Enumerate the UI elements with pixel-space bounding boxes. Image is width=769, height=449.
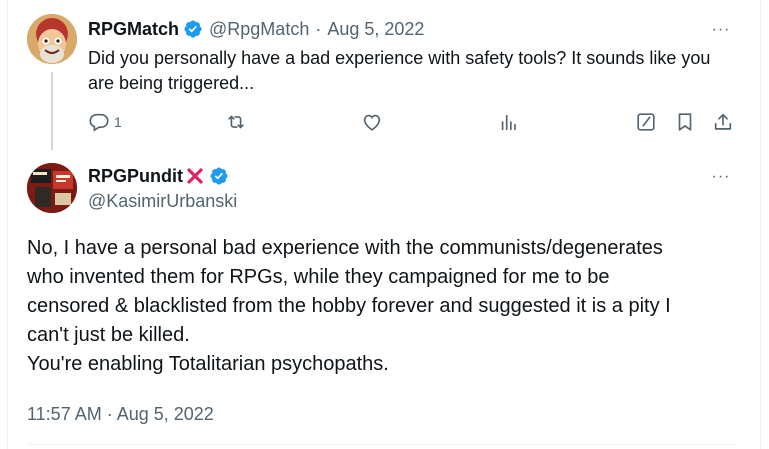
parent-tweet-header: RPGMatch @RpgMatch · Aug 5, 2022 [88, 18, 424, 40]
thread-connector [51, 72, 53, 150]
retweet-button[interactable] [225, 111, 247, 133]
rpgpundit-avatar[interactable] [27, 163, 77, 213]
parent-handle[interactable]: @RpgMatch [209, 18, 309, 40]
retweet-icon [225, 111, 247, 133]
views-icon [498, 111, 520, 133]
parent-display-name[interactable]: RPGMatch [88, 18, 179, 40]
reply-button[interactable]: 1 [88, 111, 122, 133]
reply-icon [88, 111, 110, 133]
share-button[interactable] [712, 111, 734, 133]
heart-icon [361, 111, 383, 133]
parent-date[interactable]: Aug 5, 2022 [327, 18, 424, 40]
verified-badge-icon [183, 19, 203, 39]
main-handle[interactable]: @KasimirUrbanski [88, 190, 237, 212]
more-options-icon[interactable]: ··· [709, 20, 733, 40]
share-icon [712, 111, 734, 133]
more-options-icon[interactable]: ··· [709, 167, 733, 187]
grok-icon [635, 111, 657, 133]
grok-button[interactable] [635, 111, 657, 133]
views-button[interactable] [498, 111, 520, 133]
separator-dot: · [315, 19, 322, 39]
main-tweet-header: RPGPundit [88, 165, 229, 187]
avatar-illustration [27, 14, 77, 64]
like-button[interactable] [361, 111, 383, 133]
tweet-text-line: No, I have a personal bad experience wit… [27, 237, 663, 259]
cross-mark-icon [185, 166, 205, 186]
main-tweet-text: No, I have a personal bad experience wit… [27, 234, 747, 379]
tweet-text-line: who invented them for RPGs, while they c… [27, 266, 610, 288]
parent-tweet-text: Did you personally have a bad experience… [88, 48, 711, 93]
tweet-text-line: censored & blacklisted from the hobby fo… [27, 295, 671, 317]
bookmark-button[interactable] [674, 111, 696, 133]
avatar-illustration [27, 163, 77, 213]
main-display-name[interactable]: RPGPundit [88, 165, 183, 187]
reply-count: 1 [114, 114, 122, 130]
bookmark-icon [674, 111, 696, 133]
tweet-text-line: You're enabling Totalitarian psychopaths… [27, 353, 389, 375]
tweet-text-line: can't just be killed. [27, 324, 190, 346]
parent-action-bar: 1 [88, 110, 738, 136]
rpgmatch-avatar[interactable] [27, 14, 77, 64]
divider [27, 444, 737, 445]
verified-badge-icon [209, 166, 229, 186]
parent-tweet[interactable]: RPGMatch @RpgMatch · Aug 5, 2022 ··· Did… [0, 0, 769, 150]
tweet-timestamp[interactable]: 11:57 AM · Aug 5, 2022 [27, 403, 214, 425]
